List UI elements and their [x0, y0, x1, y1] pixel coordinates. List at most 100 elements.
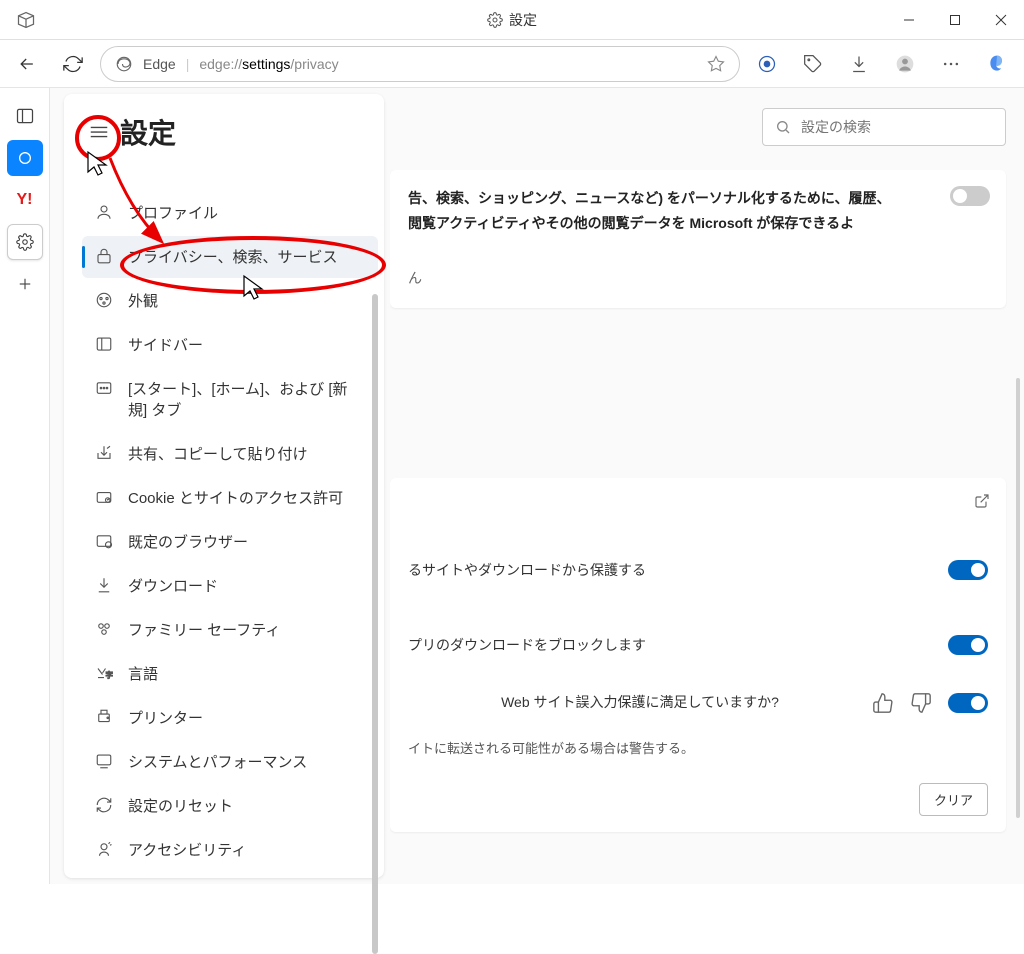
gear-icon [487, 12, 503, 28]
menu-item-icon [94, 378, 114, 398]
svg-text:字: 字 [106, 670, 114, 680]
thumbs-up-icon[interactable] [872, 692, 894, 714]
settings-search-box[interactable] [762, 108, 1006, 146]
menu-item-label: ダウンロード [128, 575, 218, 597]
maximize-button[interactable] [932, 0, 978, 40]
smartscreen-toggle[interactable] [948, 560, 988, 580]
menu-item-label: 共有、コピーして貼り付け [128, 443, 308, 465]
typo-question: Web サイト誤入力保護に満足していますか? [408, 690, 872, 715]
menu-item-icon [94, 487, 114, 507]
sidebar-item-9[interactable]: ファミリー セーフティ [82, 609, 378, 651]
sidebar-item-5[interactable]: 共有、コピーして貼り付け [82, 433, 378, 475]
menu-item-label: 既定のブラウザー [128, 531, 248, 553]
menu-item-icon [94, 795, 114, 815]
menu-item-label: Cookie とサイトのアクセス許可 [128, 487, 343, 509]
vertical-tab-rail: Y! [0, 88, 50, 884]
security-frag2: プリのダウンロードをブロックします [408, 633, 646, 658]
rail-yahoo-icon[interactable]: Y! [7, 182, 43, 218]
close-button[interactable] [978, 0, 1024, 40]
menu-item-icon [94, 707, 114, 727]
menu-item-label: アクセシビリティ [128, 839, 246, 861]
content-scrollbar[interactable] [1016, 378, 1020, 818]
typo-protection-toggle[interactable] [948, 693, 988, 713]
sidebar-item-1[interactable]: プライバシー、検索、サービス [82, 236, 378, 278]
rail-panel-icon[interactable] [7, 98, 43, 134]
security-frag1: るサイトやダウンロードから保護する [408, 558, 646, 583]
menu-item-icon [94, 575, 114, 595]
sidebar-item-7[interactable]: 既定のブラウザー [82, 521, 378, 563]
menu-item-label: ファミリー セーフティ [128, 619, 280, 641]
menu-item-icon [94, 751, 114, 771]
card-text-line2: 閲覧アクティビティやその他の閲覧データを Microsoft が保存できるよ [408, 211, 988, 236]
menu-item-icon [94, 202, 114, 222]
menu-item-icon [94, 246, 114, 266]
password-manager-icon[interactable] [748, 45, 786, 83]
menu-item-icon: 字 [94, 663, 114, 683]
sidebar-item-14[interactable]: アクセシビリティ [82, 829, 378, 871]
menu-item-label: 設定のリセット [128, 795, 233, 817]
menu-item-label: プロファイル [128, 202, 218, 224]
copilot-icon[interactable] [978, 45, 1016, 83]
minimize-button[interactable] [886, 0, 932, 40]
menu-item-icon [94, 619, 114, 639]
favorite-star-icon[interactable] [707, 55, 725, 73]
settings-title: 設定 [120, 112, 176, 152]
sidebar-item-15[interactable]: Microsoft Edge について [82, 873, 378, 878]
menu-item-icon [94, 290, 114, 310]
sidebar-item-8[interactable]: ダウンロード [82, 565, 378, 607]
rail-new-tab-icon[interactable] [7, 266, 43, 302]
url-text: edge://settings/privacy [199, 56, 697, 72]
menu-item-label: [スタート]、[ホーム]、および [新規] タブ [128, 378, 366, 421]
sidebar-item-0[interactable]: プロファイル [82, 192, 378, 234]
menu-item-icon [94, 531, 114, 551]
sidebar-item-10[interactable]: 字 言語 [82, 653, 378, 695]
menu-item-label: 外観 [128, 290, 158, 312]
window-titlebar: 設定 [0, 0, 1024, 40]
sidebar-item-2[interactable]: 外観 [82, 280, 378, 322]
sidebar-item-13[interactable]: 設定のリセット [82, 785, 378, 827]
address-bar[interactable]: Edge | edge://settings/privacy [100, 46, 740, 82]
card-text-line1: 告、検索、ショッピング、ニュースなど) をパーソナル化するために、履歴、 [408, 186, 988, 211]
security-frag3: イトに転送される可能性がある場合は警告する。 [408, 737, 694, 760]
settings-content: 告、検索、ショッピング、ニュースなど) をパーソナル化するために、履歴、 閲覧ア… [390, 88, 1024, 884]
back-button[interactable] [8, 45, 46, 83]
sidebar-item-6[interactable]: Cookie とサイトのアクセス許可 [82, 477, 378, 519]
sidebar-scrollbar[interactable] [372, 294, 378, 954]
app-icon [16, 10, 36, 30]
menu-item-label: プライバシー、検索、サービス [128, 246, 338, 268]
pua-toggle[interactable] [948, 635, 988, 655]
settings-sidebar: 設定 プロファイルプライバシー、検索、サービス外観サイドバー [スタート]、[ホー… [64, 94, 384, 878]
clear-button[interactable]: クリア [919, 783, 988, 816]
hamburger-menu-icon[interactable] [88, 121, 110, 143]
menu-item-label: プリンター [128, 707, 203, 729]
browser-toolbar: Edge | edge://settings/privacy [0, 40, 1024, 88]
menu-item-label: システムとパフォーマンス [128, 751, 307, 773]
settings-search-input[interactable] [801, 119, 993, 135]
external-link-icon[interactable] [974, 493, 990, 509]
extensions-icon[interactable] [794, 45, 832, 83]
menu-item-icon [94, 334, 114, 354]
search-icon [775, 119, 791, 135]
sidebar-item-4[interactable]: [スタート]、[ホーム]、および [新規] タブ [82, 368, 378, 431]
downloads-icon[interactable] [840, 45, 878, 83]
menu-item-label: サイドバー [128, 334, 203, 356]
card-text-line3: ん [408, 266, 988, 291]
rail-settings-icon[interactable] [7, 224, 43, 260]
personalization-toggle[interactable] [950, 186, 990, 206]
more-menu-icon[interactable] [932, 45, 970, 83]
edge-logo-icon [115, 55, 133, 73]
profile-avatar[interactable] [886, 45, 924, 83]
menu-item-icon [94, 443, 114, 463]
rail-circle-icon[interactable] [7, 140, 43, 176]
menu-item-label: 言語 [128, 663, 158, 685]
menu-item-icon [94, 839, 114, 859]
window-title: 設定 [509, 10, 537, 30]
sidebar-item-3[interactable]: サイドバー [82, 324, 378, 366]
security-card: るサイトやダウンロードから保護する プリのダウンロードをブロックします Web … [390, 478, 1006, 832]
thumbs-down-icon[interactable] [910, 692, 932, 714]
sidebar-item-12[interactable]: システムとパフォーマンス [82, 741, 378, 783]
refresh-button[interactable] [54, 45, 92, 83]
browser-name-label: Edge [143, 56, 176, 72]
personalization-card: 告、検索、ショッピング、ニュースなど) をパーソナル化するために、履歴、 閲覧ア… [390, 170, 1006, 308]
sidebar-item-11[interactable]: プリンター [82, 697, 378, 739]
